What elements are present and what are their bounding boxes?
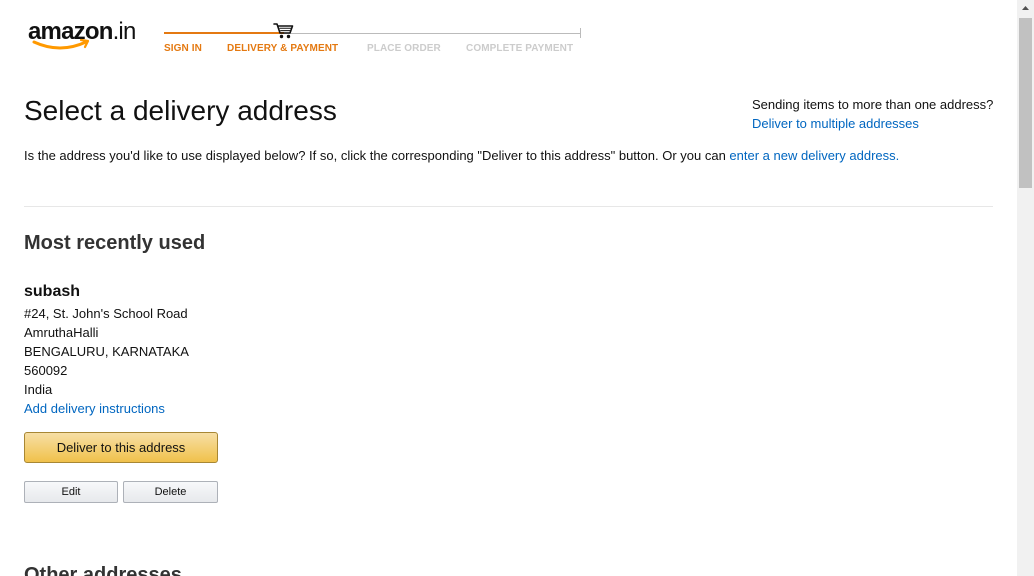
- delete-address-button[interactable]: Delete: [123, 481, 218, 503]
- step-sign-in[interactable]: SIGN IN: [164, 42, 202, 56]
- address-line-street: #24, St. John's School Road: [24, 306, 188, 321]
- address-card: subash #24, St. John's School Road Amrut…: [24, 282, 224, 418]
- multi-address-box: Sending items to more than one address? …: [752, 95, 993, 133]
- shopping-cart-icon: [273, 23, 294, 39]
- add-delivery-instructions-link[interactable]: Add delivery instructions: [24, 399, 224, 418]
- page-title: Select a delivery address: [24, 95, 337, 126]
- intro-text-body: Is the address you'd like to use display…: [24, 148, 730, 163]
- address-line-pincode: 560092: [24, 363, 68, 378]
- amazon-logo[interactable]: amazon.in: [28, 16, 158, 56]
- scrollbar-thumb[interactable]: [1019, 18, 1032, 188]
- step-complete-payment: COMPLETE PAYMENT: [466, 43, 574, 54]
- intro-text: Is the address you'd like to use display…: [24, 147, 899, 165]
- multi-address-question: Sending items to more than one address?: [752, 97, 994, 112]
- address-line-country: India: [24, 382, 53, 397]
- logo-suffix: .in: [112, 18, 137, 45]
- address-line-area: AmruthaHalli: [24, 325, 99, 340]
- amazon-smile-icon: [32, 38, 90, 50]
- step-delivery-payment: DELIVERY & PAYMENT: [227, 43, 339, 54]
- checkout-page: amazon.in SIGN IN DELIVERY & PAYMENT PLA…: [0, 0, 1034, 576]
- section-divider: [24, 206, 993, 207]
- new-address-link[interactable]: enter a new delivery address.: [729, 148, 899, 163]
- other-addresses-heading: Other addresses: [24, 564, 182, 576]
- address-name: subash: [24, 283, 81, 300]
- deliver-to-address-button[interactable]: Deliver to this address: [24, 432, 218, 463]
- deliver-multiple-link[interactable]: Deliver to multiple addresses: [752, 116, 919, 131]
- edit-address-button[interactable]: Edit: [24, 481, 118, 503]
- scroll-up-arrow-icon[interactable]: [1017, 0, 1034, 17]
- recent-heading: Most recently used: [24, 232, 206, 254]
- progress-end-tick: [580, 28, 581, 38]
- address-line-city: BENGALURU, KARNATAKA: [24, 344, 189, 359]
- step-place-order: PLACE ORDER: [367, 43, 441, 54]
- vertical-scrollbar[interactable]: [1017, 0, 1034, 576]
- progress-completed: [164, 32, 284, 34]
